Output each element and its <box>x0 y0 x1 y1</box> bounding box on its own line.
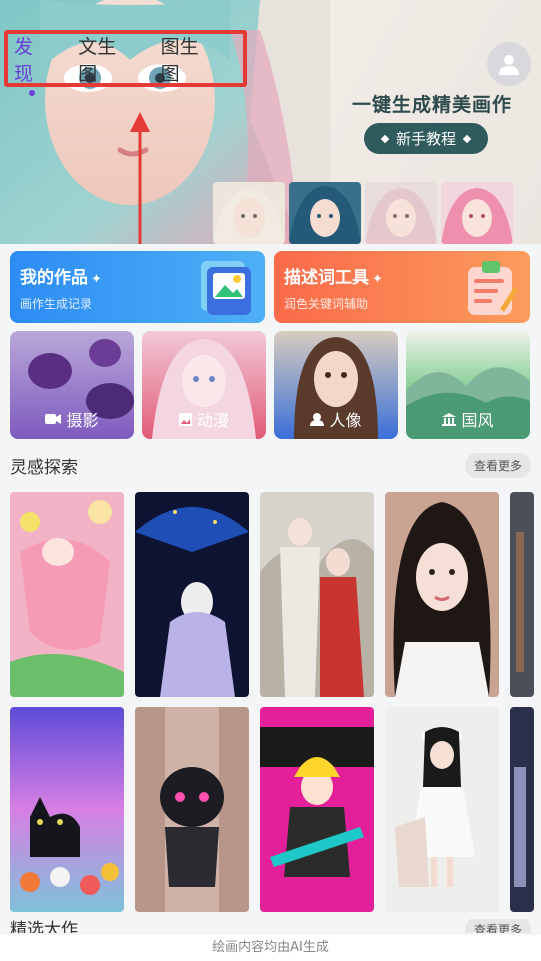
tab-text-to-image[interactable]: 文生图 <box>78 32 132 86</box>
view-more-button[interactable]: 查看更多 <box>464 919 531 933</box>
inspiration-image[interactable] <box>385 707 499 912</box>
tutorial-button[interactable]: 新手教程 <box>364 123 488 154</box>
inspiration-image[interactable] <box>135 492 249 697</box>
hero-banner: 发现 文生图 图生图 一键生成精美画作 新手教程 <box>0 0 541 244</box>
category-label: 人像 <box>329 411 362 430</box>
sparkle-icon: ✦ <box>91 272 102 287</box>
prompt-tool-card[interactable]: 描述词工具 ✦ 润色关键词辅助 <box>274 251 530 323</box>
tutorial-label: 新手教程 <box>395 130 456 148</box>
category-anime[interactable]: 动漫 <box>142 331 266 439</box>
main-panel: 我的作品 ✦ 画作生成记录 描述词工具 ✦ 润色关键词辅助 摄影 动漫 人像 国… <box>0 244 541 961</box>
tab-image-to-image[interactable]: 图生图 <box>161 32 215 86</box>
image-icon <box>178 412 192 426</box>
inspiration-image[interactable] <box>510 707 534 912</box>
inspiration-image[interactable] <box>10 492 124 697</box>
inspiration-grid <box>10 492 541 912</box>
active-tab-indicator <box>29 89 36 96</box>
inspiration-image[interactable] <box>10 707 124 912</box>
inspiration-image[interactable] <box>385 492 499 697</box>
user-icon <box>499 55 519 75</box>
section-title: 精选大作 <box>10 920 78 933</box>
category-row: 摄影 动漫 人像 国风 <box>10 331 531 440</box>
inspiration-image[interactable] <box>260 492 374 697</box>
section-title: 灵感探索 <box>10 457 78 478</box>
style-thumbnail[interactable] <box>213 182 285 244</box>
hero-slogan: 一键生成精美画作 <box>352 94 513 116</box>
sparkle-icon: ✦ <box>372 272 383 287</box>
clipboard-icon <box>468 261 518 315</box>
card-title: 描述词工具 <box>284 268 369 288</box>
diamond-icon <box>380 134 390 143</box>
category-portrait[interactable]: 人像 <box>274 331 398 439</box>
view-more-button[interactable]: 查看更多 <box>464 452 531 478</box>
category-label: 摄影 <box>66 411 99 430</box>
tab-discover[interactable]: 发现 <box>14 32 50 96</box>
category-guofeng[interactable]: 国风 <box>406 331 530 439</box>
inspiration-image[interactable] <box>260 707 374 912</box>
style-thumbnail[interactable] <box>441 182 513 244</box>
style-thumbnail[interactable] <box>289 182 361 244</box>
inspiration-section-header: 灵感探索 查看更多 <box>10 452 531 478</box>
user-avatar-button[interactable] <box>487 42 531 86</box>
diamond-icon <box>462 134 472 143</box>
tab-label: 图生图 <box>160 35 199 85</box>
inspiration-image[interactable] <box>510 492 534 697</box>
gallery-icon <box>201 261 251 315</box>
inspiration-image[interactable] <box>135 707 249 912</box>
category-photography[interactable]: 摄影 <box>10 331 134 439</box>
ai-disclaimer-footer: 绘画内容均由AI生成 <box>0 935 541 961</box>
portrait-icon <box>310 413 325 426</box>
card-title: 我的作品 <box>20 268 88 288</box>
style-thumbnail[interactable] <box>365 182 437 244</box>
tab-label: 发现 <box>14 35 34 85</box>
temple-icon <box>442 412 457 426</box>
my-works-card[interactable]: 我的作品 ✦ 画作生成记录 <box>10 251 265 323</box>
top-tab-bar: 发现 文生图 图生图 <box>4 30 247 96</box>
style-thumbnails <box>213 182 517 244</box>
camera-icon <box>45 414 62 424</box>
tab-label: 文生图 <box>78 35 117 85</box>
featured-section-header: 精选大作 查看更多 <box>10 919 531 933</box>
category-label: 国风 <box>461 411 494 430</box>
category-label: 动漫 <box>196 411 229 430</box>
